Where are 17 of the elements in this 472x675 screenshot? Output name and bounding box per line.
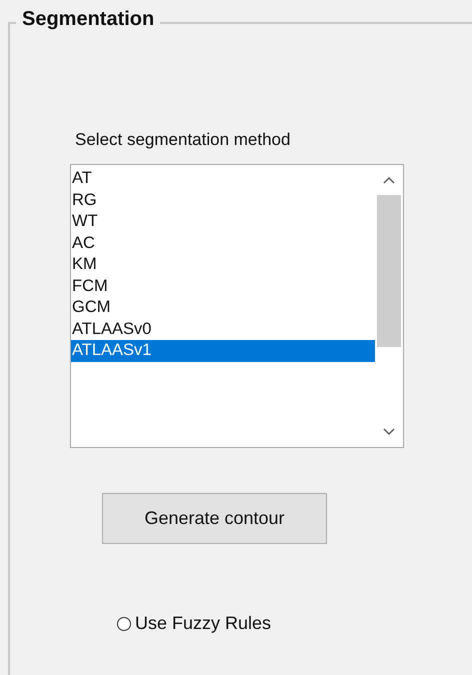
generate-contour-button[interactable]: Generate contour bbox=[102, 493, 327, 544]
list-item[interactable]: GCM bbox=[71, 297, 375, 318]
list-item[interactable]: KM bbox=[71, 254, 375, 276]
scrollbar-thumb[interactable] bbox=[377, 195, 401, 347]
scroll-down-icon[interactable] bbox=[383, 428, 395, 436]
list-item[interactable]: RG bbox=[71, 190, 375, 211]
list-item[interactable]: ATLAASv1 bbox=[71, 340, 375, 362]
list-item[interactable]: ATLAASv0 bbox=[71, 318, 375, 340]
scroll-up-icon[interactable] bbox=[383, 176, 395, 184]
group-title: Segmentation bbox=[16, 8, 160, 31]
list-item[interactable]: AT bbox=[71, 168, 375, 190]
list-label: Select segmentation method bbox=[75, 130, 292, 150]
fuzzy-rules-radio[interactable]: Use Fuzzy Rules bbox=[117, 613, 272, 634]
list-item[interactable]: AC bbox=[71, 232, 375, 254]
method-list[interactable]: AT RG WT AC KM FCM GCM ATLAASv0 ATLAASv1 bbox=[70, 164, 404, 448]
list-item[interactable]: WT bbox=[71, 211, 375, 232]
list-item[interactable]: FCM bbox=[71, 276, 375, 297]
